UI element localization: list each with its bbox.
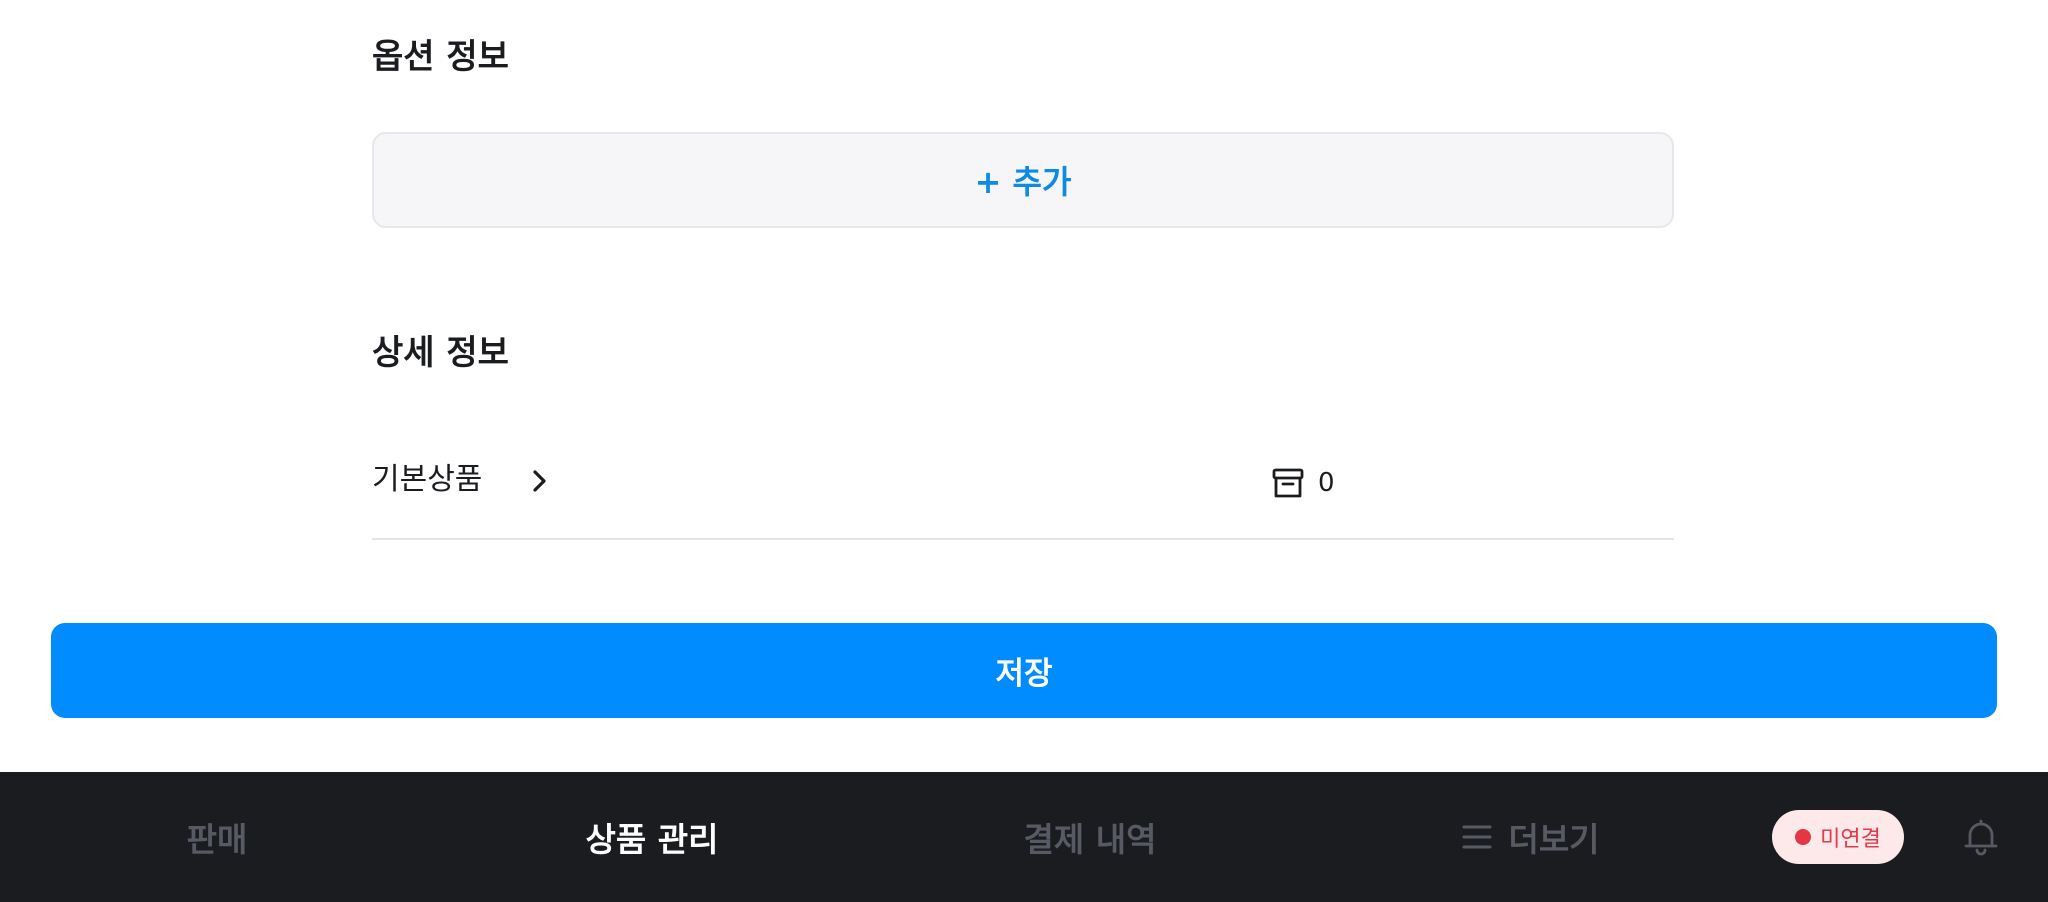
options-section-title: 옵션 정보 [372, 37, 509, 77]
nav-tab-products[interactable]: 상품 관리 [560, 772, 744, 902]
nav-tab-label: 결제 내역 [1023, 820, 1157, 859]
nav-tab-payments[interactable]: 결제 내역 [1000, 772, 1180, 902]
nav-tab-label: 상품 관리 [585, 820, 719, 859]
notification-button[interactable] [1960, 816, 2002, 858]
save-button[interactable]: 저장 [51, 623, 1997, 718]
menu-icon [1462, 825, 1492, 849]
stock-count: 0 [1318, 468, 1335, 498]
details-section-title: 상세 정보 [372, 333, 509, 373]
product-row[interactable]: 기본상품 0 [372, 450, 1674, 540]
connection-status-label: 미연결 [1820, 827, 1881, 852]
nav-tab-more[interactable]: 더보기 [1440, 772, 1620, 902]
nav-tab-sales[interactable]: 판매 [150, 772, 284, 902]
add-option-label: + 추가 [974, 163, 1072, 201]
nav-tab-label: 판매 [186, 820, 248, 859]
connection-status-badge[interactable]: 미연결 [1772, 810, 1904, 864]
chevron-right-icon[interactable] [522, 464, 556, 498]
status-dot [1795, 829, 1812, 845]
bottom-nav: 판매 상품 관리 결제 내역 더보기 미연결 [0, 772, 2048, 902]
nav-tab-label: 더보기 [1508, 820, 1600, 859]
add-option-button[interactable]: + 추가 [372, 132, 1674, 228]
stock-info: 0 [1270, 464, 1335, 502]
archive-box-icon [1272, 468, 1304, 498]
product-name: 기본상품 [372, 462, 483, 497]
product-edit-page: 옵션 정보 + 추가 상세 정보 기본상품 0 저장 판매 상품 관리 결제 내… [0, 0, 2048, 902]
bell-icon [1964, 819, 1998, 856]
